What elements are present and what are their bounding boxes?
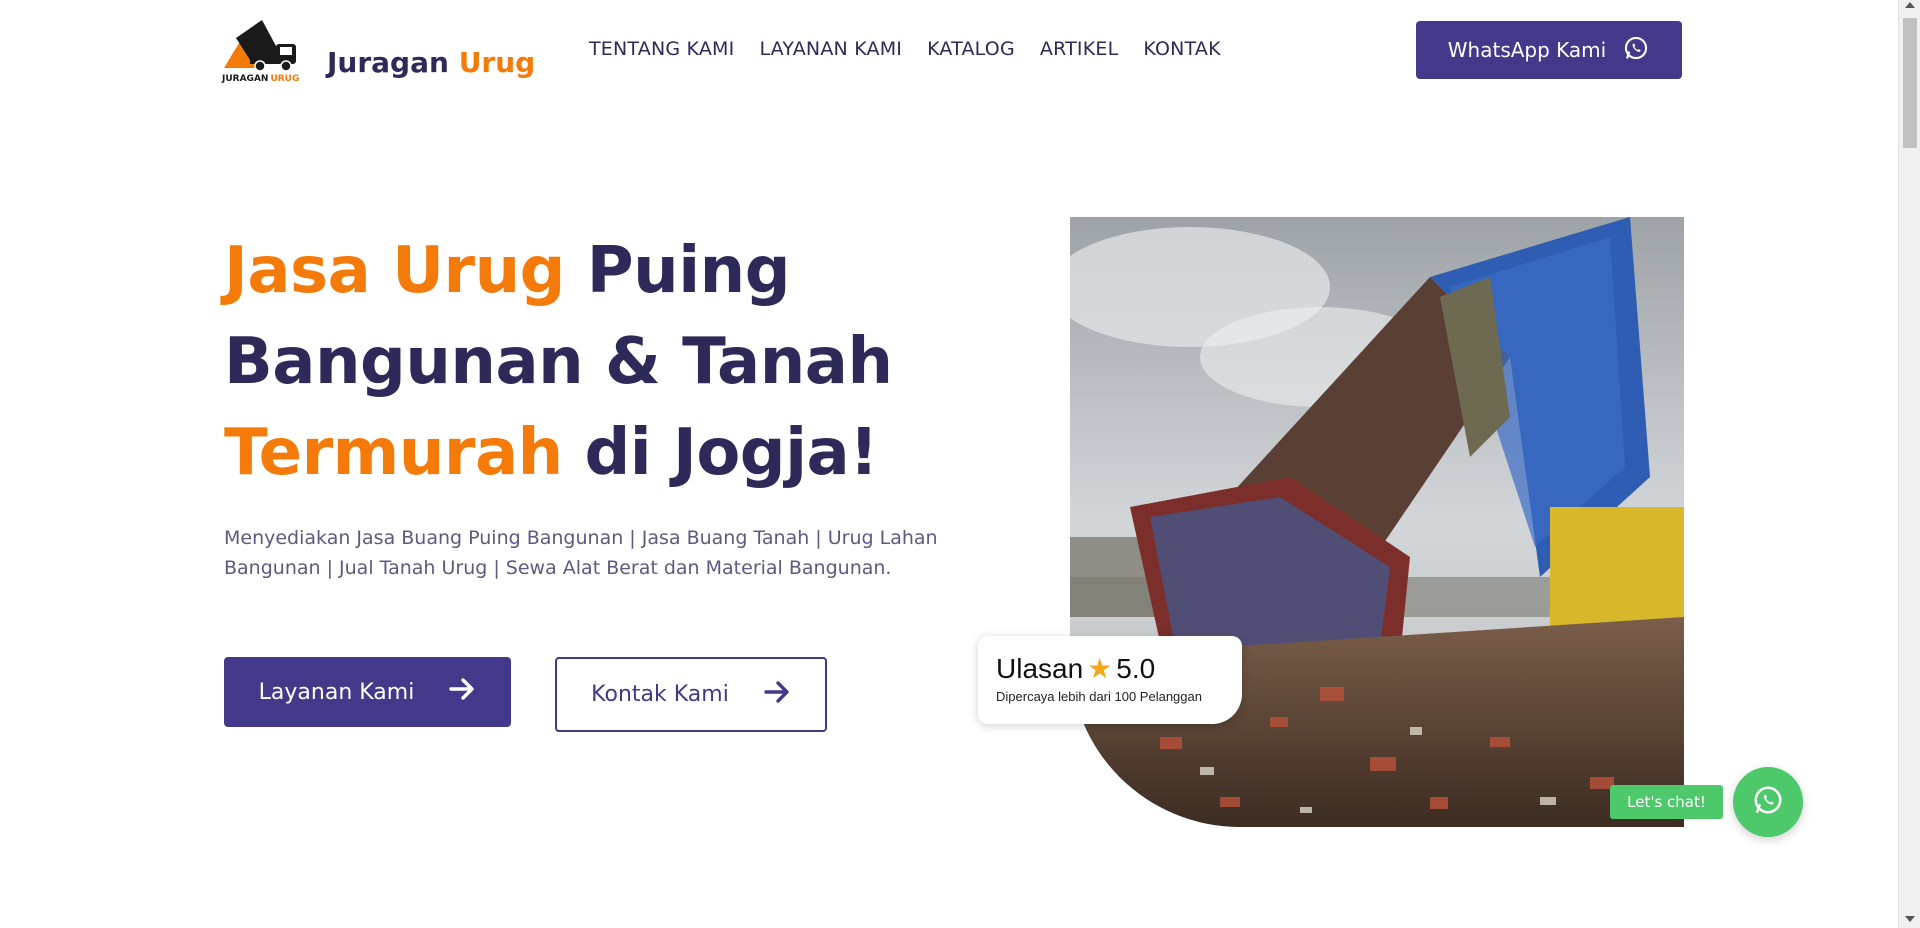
nav-item-kontak[interactable]: KONTAK (1143, 38, 1220, 60)
review-rating: 5.0 (1116, 652, 1156, 684)
whatsapp-icon (1751, 783, 1785, 821)
layanan-kami-label: Layanan Kami (258, 679, 415, 705)
hero-dump-truck-image (1070, 217, 1684, 827)
review-badge: Ulasan ★ 5.0 Dipercaya lebih dari 100 Pe… (978, 636, 1242, 724)
nav-item-artikel[interactable]: ARTIKEL (1040, 38, 1118, 60)
dump-truck-logo-icon: JURAGAN URUG (220, 16, 302, 84)
arrow-right-icon (448, 675, 476, 709)
whatsapp-kami-button[interactable]: WhatsApp Kami (1416, 21, 1682, 79)
whatsapp-kami-label: WhatsApp Kami (1447, 38, 1607, 62)
whatsapp-chat-button[interactable] (1733, 767, 1803, 837)
hero-title: Jasa Urug Puing Bangunan & Tanah Termura… (224, 234, 893, 490)
scroll-down-arrow-icon[interactable] (1905, 916, 1915, 922)
page-scrollbar[interactable] (1898, 0, 1920, 928)
nav-item-tentang-kami[interactable]: TENTANG KAMI (589, 38, 734, 60)
site-header: JURAGAN URUG Juragan Urug TENTANG KAMI LA… (0, 0, 1898, 100)
kontak-kami-label: Kontak Kami (591, 682, 729, 707)
review-label: Ulasan (996, 652, 1084, 684)
review-caption: Dipercaya lebih dari 100 Pelanggan (996, 689, 1202, 704)
scroll-up-arrow-icon[interactable] (1905, 2, 1915, 8)
logo-caption: JURAGAN URUG (221, 74, 299, 84)
hero-subtitle: Menyediakan Jasa Buang Puing Bangunan | … (224, 527, 938, 579)
brand-logo[interactable]: JURAGAN URUG Juragan Urug (220, 16, 535, 84)
review-rating-row: Ulasan ★ 5.0 (996, 652, 1224, 685)
kontak-kami-button[interactable]: Kontak Kami (555, 657, 827, 732)
nav-item-katalog[interactable]: KATALOG (927, 38, 1015, 60)
layanan-kami-button[interactable]: Layanan Kami (224, 657, 511, 727)
lets-chat-label[interactable]: Let's chat! (1610, 785, 1723, 819)
brand-name: Juragan Urug (327, 46, 536, 79)
nav-item-layanan-kami[interactable]: LAYANAN KAMI (759, 38, 902, 60)
main-nav: TENTANG KAMI LAYANAN KAMI KATALOG ARTIKE… (589, 38, 1246, 60)
scrollbar-thumb[interactable] (1903, 18, 1917, 148)
whatsapp-icon (1622, 34, 1650, 67)
arrow-right-icon (763, 678, 791, 712)
star-icon: ★ (1087, 653, 1113, 684)
